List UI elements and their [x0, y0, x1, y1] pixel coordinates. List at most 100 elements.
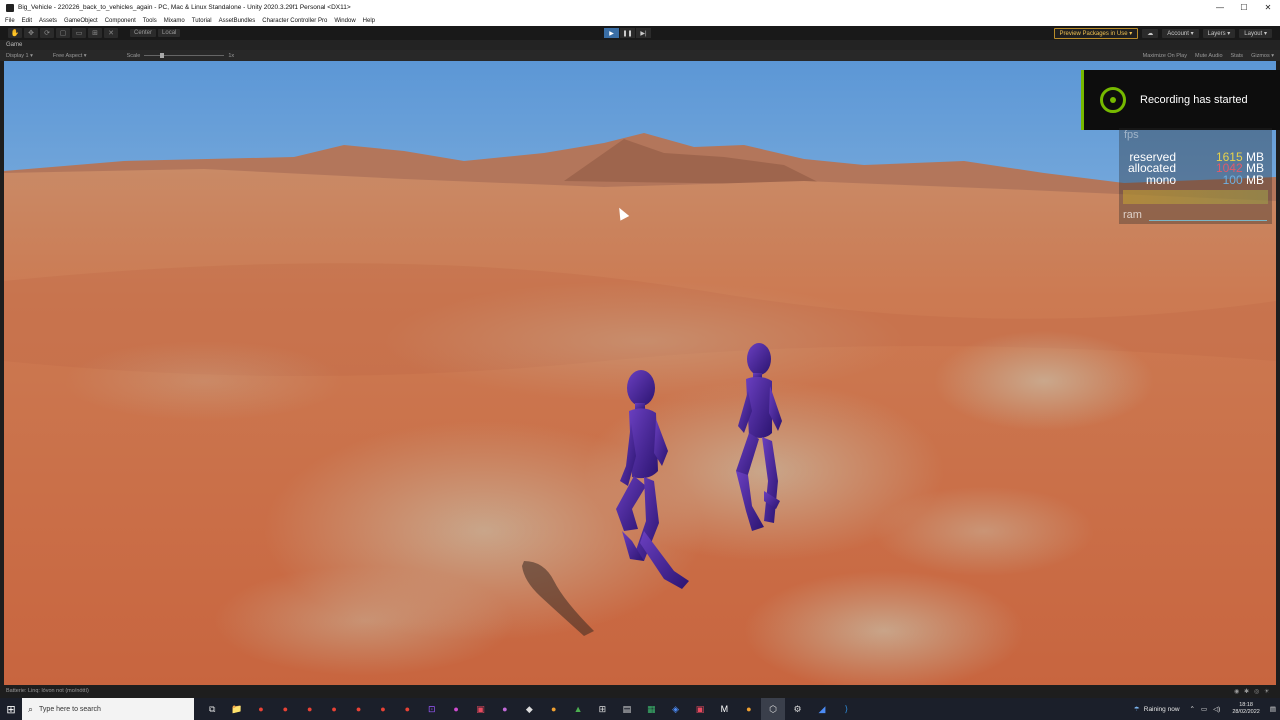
menu-help[interactable]: Help — [363, 18, 375, 24]
unity-hub-icon[interactable]: ◆ — [517, 698, 541, 720]
maximize-button[interactable]: ☐ — [1232, 0, 1256, 15]
menu-gameobject[interactable]: GameObject — [64, 18, 98, 24]
blender-icon[interactable]: ● — [737, 698, 761, 720]
account-dropdown[interactable]: Account ▾ — [1162, 29, 1199, 38]
menu-file[interactable]: File — [5, 18, 15, 24]
step-button[interactable]: ▶| — [636, 28, 651, 38]
tray-chevron-icon[interactable]: ⌃ — [1190, 705, 1195, 713]
transform-tool-icon[interactable]: ⊞ — [88, 28, 102, 38]
menu-mixamo[interactable]: Mixamo — [164, 18, 185, 24]
cloud-icon[interactable]: ☁ — [1142, 29, 1159, 38]
hand-tool-icon[interactable]: ✋ — [8, 28, 22, 38]
debug-icon[interactable]: ◉ — [1234, 688, 1244, 695]
app-icon[interactable]: ● — [444, 698, 468, 720]
menu-character-controller-pro[interactable]: Character Controller Pro — [262, 18, 327, 24]
transform-tools: ✋ ✥ ⟳ ▢ ▭ ⊞ ✕ — [8, 28, 120, 38]
notifications-icon[interactable]: ▤ — [1270, 705, 1276, 713]
stats-toggle[interactable]: Stats — [1231, 53, 1244, 59]
vscode-icon[interactable]: ⟩ — [834, 698, 858, 720]
task-view-icon[interactable]: ⧉ — [200, 698, 224, 720]
blender-icon[interactable]: ● — [541, 698, 565, 720]
aspect-dropdown[interactable]: Free Aspect ▾ — [53, 53, 87, 59]
custom-tool-icon[interactable]: ✕ — [104, 28, 118, 38]
fps-label: fps — [1124, 129, 1139, 141]
app-icon[interactable]: ⊡ — [420, 698, 444, 720]
minimize-button[interactable]: — — [1208, 0, 1232, 15]
window-controls: — ☐ ✕ — [1208, 0, 1280, 15]
window-titlebar: Big_Vehicle - 220226_back_to_vehicles_ag… — [0, 0, 1280, 15]
play-controls: ▶ ❚❚ ▶| — [604, 28, 652, 38]
app-icon[interactable]: M — [712, 698, 736, 720]
chrome-icon[interactable]: ● — [371, 698, 395, 720]
game-viewport[interactable] — [4, 61, 1276, 685]
app-icon[interactable]: ◈ — [663, 698, 687, 720]
menu-assetbundles[interactable]: AssetBundles — [219, 18, 256, 24]
windows-start-icon[interactable]: ⊞ — [0, 698, 22, 720]
scale-slider[interactable] — [144, 53, 225, 58]
chrome-icon[interactable]: ● — [249, 698, 273, 720]
taskbar-search-box[interactable]: ⌕ Type here to search — [22, 698, 194, 720]
scale-tool-icon[interactable]: ▢ — [56, 28, 70, 38]
pause-button[interactable]: ❚❚ — [620, 28, 635, 38]
memory-stats-overlay: fps reserved 1615 MB allocated 1042 MB m… — [1119, 128, 1272, 224]
weather-text[interactable]: Raining now — [1144, 706, 1180, 713]
menu-window[interactable]: Window — [334, 18, 355, 24]
notification-text: Recording has started — [1140, 94, 1248, 106]
settings-icon[interactable]: ⚙ — [785, 698, 809, 720]
rect-tool-icon[interactable]: ▭ — [72, 28, 86, 38]
chrome-icon[interactable]: ● — [298, 698, 322, 720]
unity-editor-icon[interactable]: ⬡ — [760, 698, 786, 720]
volume-icon[interactable]: ◁) — [1213, 705, 1220, 713]
display-dropdown[interactable]: Display 1 ▾ — [6, 53, 33, 59]
memory-graph-bar — [1123, 190, 1268, 204]
stat-value: 100 MB — [1222, 173, 1264, 187]
pivot-center-toggle[interactable]: Center — [130, 29, 157, 37]
preview-packages-dropdown[interactable]: Preview Packages in Use ▾ — [1053, 28, 1139, 39]
app-icon[interactable]: ▣ — [468, 698, 492, 720]
app-icon[interactable]: ⊞ — [590, 698, 614, 720]
play-button[interactable]: ▶ — [604, 28, 619, 38]
clock[interactable]: 18:18 28/02/2022 — [1232, 702, 1260, 716]
chrome-icon[interactable]: ● — [273, 698, 297, 720]
app-icon[interactable]: ◢ — [810, 698, 834, 720]
gizmos-dropdown[interactable]: Gizmos ▾ — [1251, 53, 1274, 59]
network-icon[interactable]: ▭ — [1201, 705, 1207, 713]
search-icon: ⌕ — [28, 703, 34, 714]
stat-label: mono — [1145, 173, 1176, 187]
menu-assets[interactable]: Assets — [39, 18, 57, 24]
chrome-icon[interactable]: ● — [322, 698, 346, 720]
light-icon[interactable]: ☀ — [1264, 688, 1274, 695]
mute-audio-toggle[interactable]: Mute Audio — [1195, 53, 1223, 59]
weather-icon[interactable]: ☂ — [1134, 705, 1140, 713]
scale-slider-handle[interactable] — [160, 53, 165, 58]
maximize-on-play-toggle[interactable]: Maximize On Play — [1143, 53, 1187, 59]
unity-logo-icon — [6, 3, 14, 12]
menu-tutorial[interactable]: Tutorial — [192, 18, 212, 24]
menu-tools[interactable]: Tools — [143, 18, 157, 24]
menu-edit[interactable]: Edit — [22, 18, 32, 24]
app-icon[interactable]: ▲ — [566, 698, 590, 720]
layers-dropdown[interactable]: Layers ▾ — [1202, 29, 1236, 38]
menu-component[interactable]: Component — [105, 18, 136, 24]
move-tool-icon[interactable]: ✥ — [24, 28, 38, 38]
close-button[interactable]: ✕ — [1256, 0, 1280, 15]
rotate-tool-icon[interactable]: ⟳ — [40, 28, 54, 38]
layout-dropdown[interactable]: Layout ▾ — [1239, 29, 1272, 38]
right-toolbar: Preview Packages in Use ▾ ☁ Account ▾ La… — [1050, 28, 1272, 39]
file-explorer-icon[interactable]: 📁 — [224, 698, 248, 720]
chrome-icon[interactable]: ● — [346, 698, 370, 720]
chrome-icon[interactable]: ● — [395, 698, 419, 720]
taskbar-apps: ⧉ 📁 ● ● ● ● ● ● ● ⊡ ● ▣ ● ◆ ● ▲ ⊞ ▤ ▦ ◈ … — [200, 698, 859, 720]
cache-icon[interactable]: ◎ — [1254, 688, 1264, 695]
windows-taskbar: ⊞ ⌕ Type here to search ⧉ 📁 ● ● ● ● ● ● … — [0, 698, 1280, 720]
app-icon[interactable]: ▣ — [688, 698, 712, 720]
app-icon[interactable]: ● — [493, 698, 517, 720]
clock-date: 28/02/2022 — [1232, 709, 1260, 715]
ram-label: ram — [1123, 209, 1142, 221]
bug-icon[interactable]: ✱ — [1244, 688, 1254, 695]
excel-icon[interactable]: ▦ — [639, 698, 663, 720]
app-icon[interactable]: ▤ — [615, 698, 639, 720]
console-status-message[interactable]: Batterie: Linq: lóvon not (mo/nóttí) — [6, 688, 89, 694]
tab-game[interactable]: Game — [6, 42, 22, 48]
pivot-local-toggle[interactable]: Local — [158, 29, 181, 37]
